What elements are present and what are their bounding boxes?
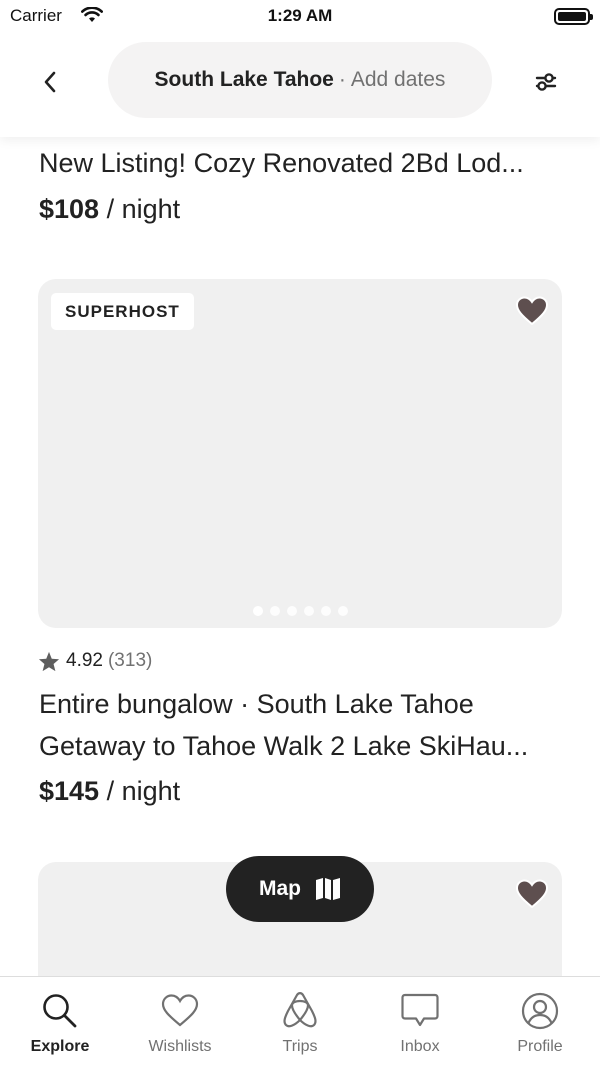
pagination-dot[interactable] [337, 606, 348, 616]
pagination-dot[interactable] [320, 606, 331, 616]
review-count: (313) [107, 650, 153, 671]
heart-icon [160, 991, 200, 1031]
pagination-dot[interactable] [286, 606, 297, 616]
listing-rating: 4.92 (313) [38, 650, 152, 672]
tab-label: Trips [282, 1038, 318, 1055]
filter-button[interactable] [528, 64, 564, 100]
heart-icon [515, 296, 549, 326]
back-button[interactable] [32, 64, 68, 100]
price-unit: / night [106, 776, 181, 806]
heart-icon [515, 879, 549, 909]
tab-label: Wishlists [148, 1038, 212, 1055]
listing-photo[interactable]: SUPERHOST [38, 279, 562, 628]
listing-title[interactable]: New Listing! Cozy Renovated 2Bd Lod... [39, 148, 524, 179]
profile-icon [520, 991, 560, 1031]
map-icon [316, 878, 340, 900]
search-header: South Lake Tahoe · Add dates [0, 34, 600, 137]
battery-icon [554, 8, 593, 25]
tab-wishlists[interactable]: Wishlists [120, 977, 240, 1067]
listing-price: $145 / night [39, 776, 180, 807]
chevron-left-icon [44, 71, 56, 93]
airbnb-logo-icon [280, 991, 320, 1031]
tab-trips[interactable]: Trips [240, 977, 360, 1067]
filter-icon [535, 73, 557, 91]
tab-bar: Explore Wishlists Trips Inbox Profile [0, 976, 600, 1067]
superhost-badge: SUPERHOST [51, 293, 194, 330]
search-separator: · [338, 68, 346, 91]
status-bar: Carrier 1:29 AM [0, 0, 600, 34]
price-amount: $145 [39, 776, 100, 806]
pagination-dot[interactable] [252, 606, 263, 616]
listing-title[interactable]: Getaway to Tahoe Walk 2 Lake SkiHau... [39, 731, 528, 762]
listing-type[interactable]: Entire bungalow · South Lake Tahoe [39, 689, 474, 720]
search-dates: Add dates [350, 68, 446, 91]
tab-label: Profile [517, 1038, 563, 1055]
tab-profile[interactable]: Profile [480, 977, 600, 1067]
tab-explore[interactable]: Explore [0, 977, 120, 1067]
price-amount: $108 [39, 194, 100, 224]
tab-label: Explore [30, 1038, 90, 1055]
pagination-dot[interactable] [303, 606, 314, 616]
search-icon [40, 991, 80, 1031]
star-icon [38, 651, 60, 671]
tab-inbox[interactable]: Inbox [360, 977, 480, 1067]
wishlist-button[interactable] [514, 876, 550, 912]
rating-value: 4.92 [66, 650, 103, 671]
pagination-dot[interactable] [269, 606, 280, 616]
wishlist-button[interactable] [514, 293, 550, 329]
photo-pagination[interactable] [38, 606, 562, 616]
search-location: South Lake Tahoe [154, 68, 334, 91]
price-unit: / night [106, 194, 181, 224]
tab-label: Inbox [400, 1038, 440, 1055]
clock: 1:29 AM [267, 6, 333, 25]
message-icon [400, 991, 440, 1031]
search-pill[interactable]: South Lake Tahoe · Add dates [108, 42, 492, 118]
listing-price: $108 / night [39, 194, 180, 225]
map-button-label: Map [259, 877, 301, 900]
map-button[interactable]: Map [226, 856, 374, 922]
